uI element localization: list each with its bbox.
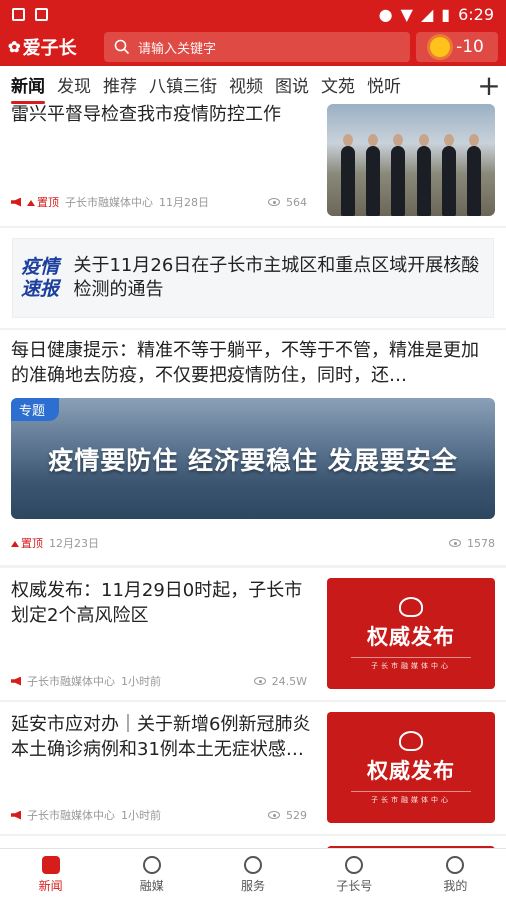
emblem-icon <box>399 596 423 617</box>
notice-text: 关于11月26日在子长市主城区和重点区域开展核酸检测的通告 <box>73 255 480 300</box>
search-placeholder: 请输入关键字 <box>138 41 217 57</box>
view-count: 1578 <box>449 537 495 550</box>
app-logo[interactable]: ✿ 爱子长 <box>8 34 104 60</box>
source: 子长市融媒体中心 <box>65 196 153 209</box>
bottom-navigation: 新闻 融媒 服务 子长号 我的 <box>0 848 506 900</box>
news-feed[interactable]: 雷兴平督导检查我市疫情防控工作 置顶 子长市融媒体中心 11月28日 564 疫… <box>0 104 506 848</box>
pin-icon <box>11 539 19 547</box>
banner-slogan: 疫情要防住 经济要稳住 发展要安全 <box>48 445 458 475</box>
list-item[interactable] <box>0 836 506 848</box>
eye-icon <box>449 539 461 547</box>
date: 1小时前 <box>121 675 161 688</box>
tab-audio[interactable]: 悦听 <box>367 72 401 99</box>
item-meta: 置顶 12月23日 1578 <box>11 536 495 550</box>
authority-thumbnail: 权威发布 子长市融媒体中心 <box>327 712 495 823</box>
user-icon <box>446 855 465 874</box>
temperature: -10 <box>456 37 484 57</box>
view-count: 564 <box>268 196 307 209</box>
logo-icon: ✿ <box>8 38 21 56</box>
item-title: 权威发布：11月29日0时起，子长市划定2个高风险区 <box>11 580 303 626</box>
eye-icon <box>268 811 280 819</box>
pinned-label: 置顶 <box>27 194 59 210</box>
date: 12月23日 <box>49 537 99 550</box>
pin-icon <box>27 198 35 206</box>
pinned-label: 置顶 <box>11 535 43 551</box>
wifi-icon: ▼ <box>400 4 413 24</box>
authority-thumbnail: 权威发布 子长市融媒体中心 <box>327 578 495 689</box>
list-item[interactable]: 延安市应对办｜关于新增6例新冠肺炎本土确诊病例和31例本土无症状感… 权威发布 … <box>0 702 506 834</box>
item-title: 雷兴平督导检查我市疫情防控工作 <box>11 104 281 125</box>
tab-news[interactable]: 新闻 <box>11 72 45 104</box>
item-meta: 子长市融媒体中心 1小时前 24.5W <box>11 674 307 688</box>
view-count: 529 <box>268 809 307 822</box>
notice-badge: 疫情 速报 <box>21 256 60 300</box>
list-item[interactable]: 权威发布：11月29日0时起，子长市划定2个高风险区 权威发布 子长市融媒体中心… <box>0 568 506 700</box>
list-item[interactable]: 雷兴平督导检查我市疫情防控工作 置顶 子长市融媒体中心 11月28日 564 <box>0 104 506 226</box>
item-meta: 置顶 子长市融媒体中心 11月28日 564 <box>11 195 307 209</box>
speaker-icon <box>11 810 21 820</box>
view-count: 24.5W <box>253 675 307 688</box>
eye-icon <box>253 677 266 685</box>
list-item[interactable]: 每日健康提示：精准不等于躺平，不等于不管，精准是更加的准确地去防疫，不仅要把疫情… <box>0 330 506 565</box>
topic-tag: 专题 <box>11 398 60 421</box>
nav-media[interactable]: 融媒 <box>101 849 202 900</box>
source: 子长市融媒体中心 <box>27 809 115 822</box>
item-title: 每日健康提示：精准不等于躺平，不等于不管，精准是更加的准确地去防疫，不仅要把疫情… <box>11 340 479 386</box>
nav-news[interactable]: 新闻 <box>0 849 101 900</box>
search-icon <box>114 39 130 55</box>
location-icon: ● <box>378 4 393 24</box>
status-bar: ● ▼ ◢ ▮ 6:29 <box>0 0 506 28</box>
compass-icon <box>345 855 364 874</box>
emblem-icon <box>399 730 423 751</box>
search-input[interactable]: 请输入关键字 <box>104 32 410 62</box>
tab-pictures[interactable]: 图说 <box>275 72 309 99</box>
item-title: 延安市应对办｜关于新增6例新冠肺炎本土确诊病例和31例本土无症状感… <box>11 714 311 760</box>
tab-towns[interactable]: 八镇三街 <box>149 72 217 99</box>
signal-icon: ◢ <box>420 4 434 24</box>
nav-zichang-account[interactable]: 子长号 <box>304 849 405 900</box>
tab-recommend[interactable]: 推荐 <box>103 72 137 99</box>
date: 11月28日 <box>159 196 209 209</box>
logo-text: 爱子长 <box>22 38 77 59</box>
source: 子长市融媒体中心 <box>27 675 115 688</box>
date: 1小时前 <box>121 809 161 822</box>
item-meta: 子长市融媒体中心 1小时前 529 <box>11 808 307 822</box>
newspaper-icon <box>41 855 60 874</box>
battery-icon: ▮ <box>441 4 451 24</box>
notification-icon <box>12 7 25 21</box>
speaker-icon <box>11 197 21 207</box>
nav-profile[interactable]: 我的 <box>405 849 506 900</box>
notice-banner[interactable]: 疫情 速报 关于11月26日在子长市主城区和重点区域开展核酸检测的通告 <box>12 238 494 318</box>
app-notification-icon <box>35 7 48 21</box>
sun-icon <box>430 37 451 57</box>
speaker-icon <box>11 676 21 686</box>
play-icon <box>142 855 161 874</box>
app-header: ✿ 爱子长 请输入关键字 -10 <box>0 28 506 66</box>
tab-discover[interactable]: 发现 <box>57 72 91 99</box>
topic-banner[interactable]: 专题 疫情要防住 经济要稳住 发展要安全 <box>11 398 495 519</box>
category-tabs: 新闻 发现 推荐 八镇三街 视频 图说 文苑 悦听 + <box>0 66 506 104</box>
plus-icon[interactable]: + <box>472 66 506 104</box>
news-photo <box>327 104 495 216</box>
eye-icon <box>268 198 280 206</box>
heart-hand-icon <box>244 855 262 874</box>
tab-literature[interactable]: 文苑 <box>321 72 355 99</box>
nav-services[interactable]: 服务 <box>202 849 303 900</box>
clock: 6:29 <box>458 4 494 24</box>
tab-video[interactable]: 视频 <box>229 72 263 99</box>
weather-widget[interactable]: -10 <box>416 32 498 62</box>
notice-card[interactable]: 疫情 速报 关于11月26日在子长市主城区和重点区域开展核酸检测的通告 <box>0 228 506 328</box>
